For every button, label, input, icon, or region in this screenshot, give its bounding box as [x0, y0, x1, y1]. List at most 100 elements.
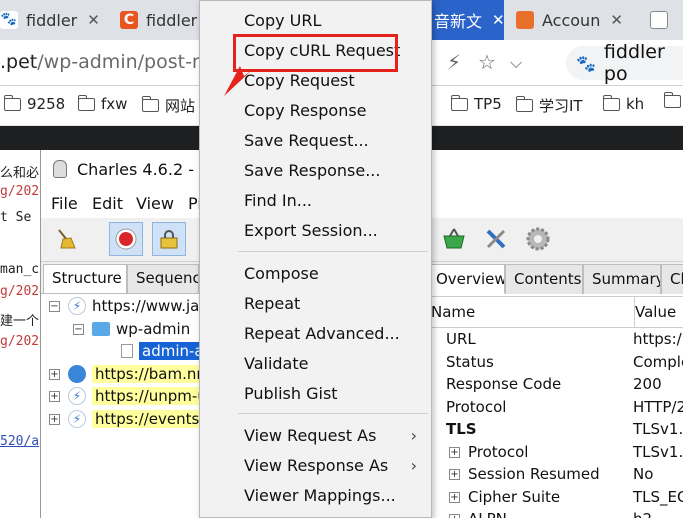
row-value: TLS_EC	[633, 488, 683, 506]
tree-node[interactable]: + ⚡ https://events.	[49, 408, 201, 430]
menu-save-response[interactable]: Save Response...	[200, 155, 431, 185]
row-name: Protocol	[468, 443, 529, 461]
tab-contents[interactable]: Contents	[505, 264, 583, 294]
menu-export-session[interactable]: Export Session...	[200, 215, 431, 245]
annotation-arrow-icon	[224, 66, 252, 96]
column-name-header[interactable]: Name	[431, 303, 475, 321]
table-row[interactable]: + ALPN h2	[431, 509, 683, 518]
browser-tab[interactable]: Accoun ✕	[516, 0, 638, 40]
basket-icon[interactable]	[437, 222, 471, 256]
throttle-lock-icon[interactable]	[152, 222, 186, 256]
expand-icon[interactable]: +	[449, 446, 460, 458]
bookmark-folder[interactable]: 网站	[141, 95, 196, 116]
browser-tab[interactable]	[650, 0, 683, 40]
star-icon[interactable]: ☆	[478, 50, 496, 74]
browser-tab[interactable]: 🐾 fiddler ✕	[0, 0, 108, 40]
menu-separator	[238, 413, 428, 414]
table-row[interactable]: Status Comple	[431, 352, 683, 374]
menu-view-response-as[interactable]: View Response As ›	[200, 450, 431, 480]
menu-copy-url[interactable]: Copy URL	[200, 5, 431, 35]
row-name: ALPN	[468, 510, 507, 518]
menu-repeat-advanced[interactable]: Repeat Advanced...	[200, 318, 431, 348]
menu-label: View Request As	[244, 425, 377, 445]
tools-icon[interactable]	[479, 222, 513, 256]
bookmark-folder[interactable]: 9258	[3, 94, 65, 113]
bookmark-folder[interactable]: TP5	[450, 94, 502, 113]
menu-edit[interactable]: Edit	[92, 194, 123, 213]
tree-node[interactable]: + ⚡ https://unpm-u	[49, 385, 201, 407]
table-row[interactable]: + Cipher Suite TLS_EC	[431, 487, 683, 509]
lightning-icon[interactable]: ⚡	[447, 50, 461, 74]
collapse-icon[interactable]: −	[49, 300, 60, 312]
close-icon[interactable]: ✕	[610, 11, 623, 29]
folder-icon	[450, 94, 468, 111]
close-icon[interactable]: ✕	[492, 11, 504, 29]
broom-icon[interactable]	[49, 222, 83, 256]
table-row[interactable]: Response Code 200	[431, 374, 683, 396]
structure-tree: − ⚡ https://www.ja − wp-admin admin-a + …	[41, 293, 201, 518]
collapse-icon[interactable]: −	[73, 323, 84, 335]
browser-tab[interactable]: C fiddler	[120, 0, 200, 40]
table-row[interactable]: TLS TLSv1.2	[431, 419, 683, 441]
column-value-header[interactable]: Value	[635, 303, 676, 321]
row-name: Response Code	[446, 375, 562, 393]
chevron-right-icon: ›	[410, 455, 417, 475]
bookmark-folder[interactable]: fxw	[77, 94, 127, 113]
menu-validate[interactable]: Validate	[200, 348, 431, 378]
expand-icon[interactable]: +	[449, 491, 460, 503]
record-icon[interactable]	[109, 222, 143, 256]
row-name: URL	[446, 330, 476, 348]
table-row[interactable]: + Protocol TLSv1.2	[431, 442, 683, 464]
row-value: Comple	[633, 353, 683, 371]
expand-icon[interactable]: +	[49, 413, 60, 425]
menu-save-request[interactable]: Save Request...	[200, 125, 431, 155]
close-icon[interactable]: ✕	[87, 11, 100, 29]
menu-publish-gist[interactable]: Publish Gist	[200, 378, 431, 408]
expand-icon[interactable]: +	[49, 390, 60, 402]
menu-view-request-as[interactable]: View Request As ›	[200, 420, 431, 450]
menu-find-in[interactable]: Find In...	[200, 185, 431, 215]
browser-tab[interactable]: 音新文 ✕	[434, 0, 504, 40]
row-name-group: + Protocol	[449, 443, 528, 461]
table-row[interactable]: Protocol HTTP/2	[431, 397, 683, 419]
table-row[interactable]: + Session Resumed No	[431, 464, 683, 486]
code-link[interactable]: 520/a	[0, 434, 39, 449]
menu-viewer-mappings[interactable]: Viewer Mappings...	[200, 480, 431, 510]
gear-icon[interactable]	[521, 222, 555, 256]
menu-view[interactable]: View	[136, 194, 174, 213]
expand-icon[interactable]: +	[49, 368, 60, 380]
tree-node[interactable]: − wp-admin	[73, 318, 190, 340]
table-row[interactable]: URL https:/	[431, 329, 683, 351]
bookmark-folder[interactable]	[663, 92, 683, 108]
tree-node[interactable]: + https://bam.nr	[49, 363, 201, 385]
tab-structure[interactable]: Structure	[43, 264, 127, 294]
url-field[interactable]: .pet/wp-admin/post-nev	[0, 51, 227, 73]
tab-overview[interactable]: Overview	[427, 264, 505, 294]
tree-node[interactable]: − ⚡ https://www.ja	[49, 295, 199, 317]
lightning-icon: ⚡	[68, 410, 86, 428]
row-name-group: + Session Resumed	[449, 465, 600, 483]
grid-header: Name Value	[431, 296, 683, 328]
expand-icon[interactable]: +	[449, 513, 460, 518]
tree-node-label: https://events.	[92, 410, 201, 428]
tab-summary[interactable]: Summary	[583, 264, 661, 294]
side-search-box[interactable]: 🐾 fiddler po	[566, 41, 683, 85]
csdn-icon: C	[120, 11, 138, 29]
tab-chart[interactable]: Ch	[661, 264, 683, 294]
tab-sequence[interactable]: Sequence	[127, 264, 199, 294]
tree-node[interactable]: admin-a	[121, 340, 201, 362]
chevron-down-icon[interactable]: ⌵	[510, 53, 522, 73]
bookmark-folder[interactable]: 学习IT	[515, 95, 583, 116]
tree-node-label: admin-a	[139, 342, 201, 360]
tab-label: 音新文	[434, 12, 483, 31]
expand-icon[interactable]: +	[449, 468, 460, 480]
menu-file[interactable]: File	[51, 194, 78, 213]
folder-icon	[3, 94, 21, 111]
menu-repeat[interactable]: Repeat	[200, 288, 431, 318]
row-name-group: + ALPN	[449, 510, 507, 518]
menu-compose[interactable]: Compose	[200, 258, 431, 288]
bookmark-label: 网站	[165, 97, 196, 115]
row-value: 200	[633, 375, 662, 393]
bookmark-folder[interactable]: kh	[602, 94, 644, 113]
folder-icon	[77, 94, 95, 111]
